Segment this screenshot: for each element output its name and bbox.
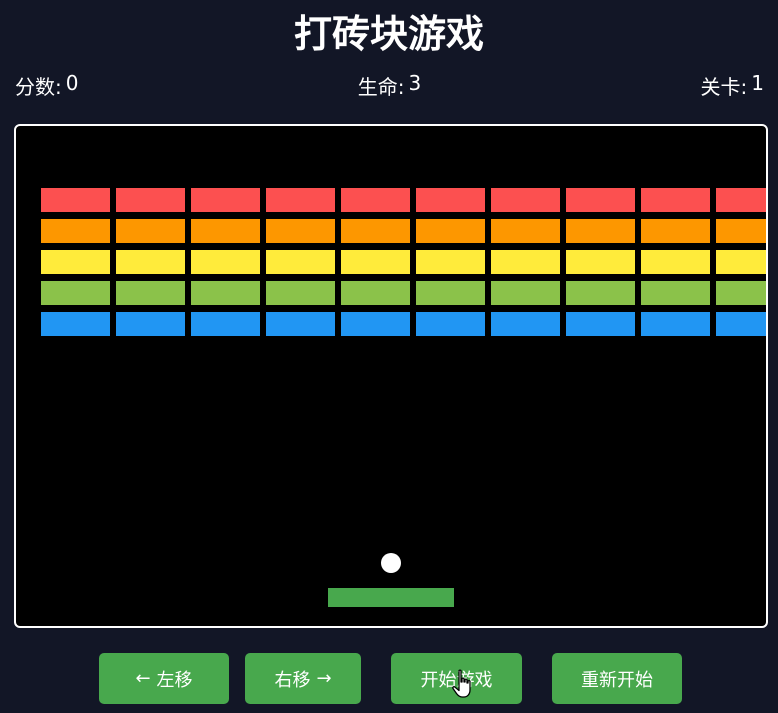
score-label: 分数:: [15, 74, 62, 99]
brick: [41, 312, 110, 336]
brick-wall: [41, 188, 766, 336]
brick: [41, 219, 110, 243]
brick: [41, 281, 110, 305]
move-left-button[interactable]: ← 左移: [99, 653, 229, 704]
score-value: 0: [65, 70, 79, 95]
brick: [641, 312, 710, 336]
brick: [416, 250, 485, 274]
brick: [716, 188, 766, 212]
restart-label: 重新开始: [581, 669, 653, 691]
move-left-label: 左移: [156, 669, 193, 691]
brick: [266, 281, 335, 305]
brick: [566, 188, 635, 212]
brick: [191, 188, 260, 212]
game-board: [41, 188, 766, 607]
brick: [266, 219, 335, 243]
brick: [716, 281, 766, 305]
brick: [341, 312, 410, 336]
brick: [641, 219, 710, 243]
brick: [191, 312, 260, 336]
brick: [341, 250, 410, 274]
brick: [566, 250, 635, 274]
brick: [416, 312, 485, 336]
brick: [416, 188, 485, 212]
paddle[interactable]: [328, 588, 454, 607]
brick: [116, 250, 185, 274]
lives-display: 生命: 3: [358, 71, 421, 100]
lives-value: 3: [408, 70, 422, 95]
left-arrow-icon: ←: [135, 668, 151, 689]
brick: [491, 188, 560, 212]
brick: [491, 250, 560, 274]
brick: [641, 188, 710, 212]
brick: [116, 281, 185, 305]
brick: [491, 312, 560, 336]
brick: [266, 188, 335, 212]
restart-button[interactable]: 重新开始: [552, 653, 682, 704]
level-label: 关卡:: [700, 74, 748, 99]
game-page: 打砖块游戏 分数: 0 生命: 3 关卡: 1 ← 左移 右移 → 开始游戏 重…: [0, 0, 778, 713]
brick: [191, 219, 260, 243]
brick: [566, 312, 635, 336]
brick: [41, 250, 110, 274]
brick: [41, 188, 110, 212]
brick: [341, 188, 410, 212]
brick: [716, 250, 766, 274]
level-value: 1: [751, 70, 764, 95]
control-bar: ← 左移 右移 → 开始游戏 重新开始: [0, 653, 778, 704]
brick: [716, 312, 766, 336]
brick: [566, 219, 635, 243]
level-display: 关卡: 1: [701, 71, 764, 100]
brick: [341, 219, 410, 243]
game-canvas[interactable]: [14, 124, 768, 628]
brick: [266, 250, 335, 274]
hand-pointer-cursor-icon: [452, 669, 471, 698]
brick: [491, 281, 560, 305]
ball: [381, 553, 401, 573]
brick: [641, 281, 710, 305]
page-title: 打砖块游戏: [293, 12, 484, 56]
brick: [491, 219, 560, 243]
brick: [641, 250, 710, 274]
brick: [191, 250, 260, 274]
score-display: 分数: 0: [15, 71, 78, 100]
brick: [116, 188, 185, 212]
brick: [266, 312, 335, 336]
move-right-button[interactable]: 右移 →: [245, 653, 361, 704]
brick: [716, 219, 766, 243]
brick: [116, 219, 185, 243]
right-arrow-icon: →: [316, 668, 332, 689]
move-right-label: 右移: [274, 669, 311, 691]
brick: [341, 281, 410, 305]
brick: [566, 281, 635, 305]
brick: [416, 281, 485, 305]
brick: [191, 281, 260, 305]
brick: [116, 312, 185, 336]
stats-bar: 分数: 0 生命: 3 关卡: 1: [15, 70, 764, 100]
brick: [416, 219, 485, 243]
lives-label: 生命:: [357, 74, 405, 99]
